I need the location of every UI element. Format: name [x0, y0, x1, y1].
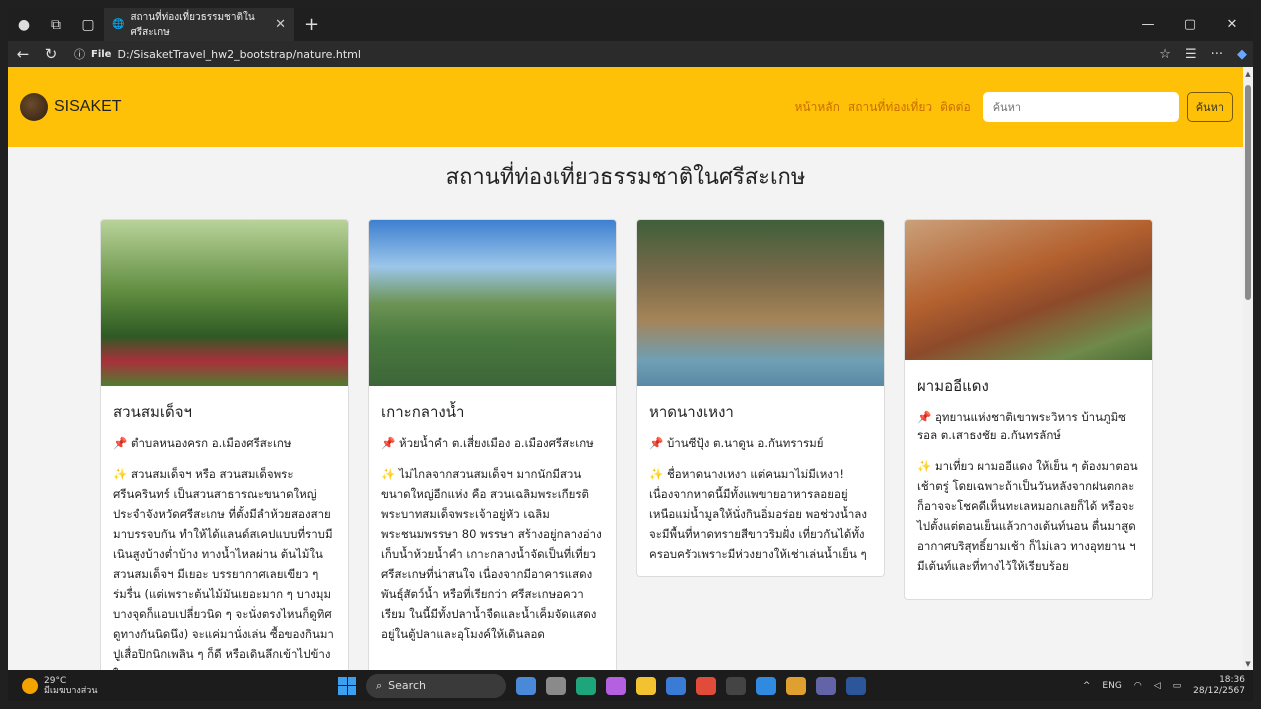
- attraction-card: ผามออีแดง 📌 อุทยานแห่งชาติเขาพระวิหาร บ้…: [904, 219, 1153, 600]
- store-app-icon[interactable]: [666, 676, 686, 695]
- chrome-app-icon[interactable]: [696, 676, 716, 695]
- minimize-icon[interactable]: —: [1127, 17, 1169, 32]
- browser-window: ● ⧉ ▢ 🌐 สถานที่ท่องเที่ยวธรรมชาติในศรีสะ…: [8, 8, 1253, 701]
- page-viewport: SISAKET หน้าหลัก สถานที่ท่องเที่ยว ติดต่…: [8, 67, 1253, 670]
- pin-icon: 📌: [649, 436, 664, 450]
- card-text: สวนสมเด็จฯ หรือ สวนสมเด็จพระศรีนครินทร์ …: [113, 467, 334, 670]
- start-icon[interactable]: [338, 676, 356, 695]
- card-text: ชื่อหาดนางเหงา แต่คนมาไม่มีเหงา! เนื่องจ…: [649, 467, 867, 561]
- vscode-app-icon[interactable]: [756, 676, 776, 695]
- card-location: ห้วยน้ำคำ ต.เสี่ยงเมือง อ.เมืองศรีสะเกษ: [398, 436, 594, 450]
- battery-icon[interactable]: ▭: [1173, 681, 1182, 691]
- info-icon[interactable]: ⓘ: [74, 46, 85, 62]
- scroll-thumb[interactable]: [1245, 85, 1251, 300]
- nav-link-attractions[interactable]: สถานที่ท่องเที่ยว: [848, 98, 932, 117]
- clock[interactable]: 18:36 28/12/2567: [1193, 675, 1245, 697]
- tab-actions-icon[interactable]: ▢: [72, 8, 104, 41]
- nav-link-contact[interactable]: ติดต่อ: [940, 98, 971, 117]
- clock-time: 18:36: [1219, 674, 1245, 685]
- address-bar[interactable]: ⓘ File D:/SisaketTravel_hw2_bootstrap/na…: [70, 43, 1080, 65]
- weather-widget[interactable]: 29°C มีเมฆบางส่วน: [22, 676, 97, 696]
- search-input[interactable]: [982, 92, 1179, 122]
- card-text: มาเที่ยว ผามออีแดง ให้เย็น ๆ ต้องมาตอนเช…: [917, 459, 1138, 573]
- taskbar: 29°C มีเมฆบางส่วน ⌕ Search ^ ENG ◠ ◁ ▭ 1…: [8, 670, 1253, 701]
- refresh-icon[interactable]: ↻: [42, 45, 60, 63]
- attraction-card: เกาะกลางน้ำ 📌 ห้วยน้ำคำ ต.เสี่ยงเมือง อ.…: [368, 219, 617, 670]
- attraction-card: หาดนางเหงา 📌 บ้านซีปุ้ง ต.นาดูน อ.กันทรา…: [636, 219, 885, 577]
- nav-link-home[interactable]: หน้าหลัก: [795, 98, 840, 117]
- terminal-app-icon[interactable]: [726, 676, 746, 695]
- chevron-up-icon[interactable]: ^: [1083, 681, 1091, 691]
- new-tab-button[interactable]: +: [294, 14, 329, 35]
- taskbar-search-label: Search: [388, 679, 426, 692]
- pin-icon: 📌: [917, 410, 932, 424]
- card-title: เกาะกลางน้ำ: [381, 403, 465, 421]
- card-title: หาดนางเหงา: [649, 403, 734, 421]
- widgets-app-icon[interactable]: [516, 676, 536, 695]
- copilot-icon[interactable]: ◆: [1237, 47, 1247, 62]
- site-navbar: SISAKET หน้าหลัก สถานที่ท่องเที่ยว ติดต่…: [8, 67, 1243, 147]
- weather-icon: [22, 677, 38, 694]
- brand[interactable]: SISAKET: [20, 93, 122, 121]
- sparkle-icon: ✨: [649, 467, 664, 481]
- pin-icon: 📌: [381, 436, 396, 450]
- copilot-app-icon[interactable]: [606, 676, 626, 695]
- clock-date: 28/12/2567: [1193, 685, 1245, 696]
- search-icon: ⌕: [376, 678, 383, 692]
- card-image: [905, 220, 1152, 360]
- word-app-icon[interactable]: [846, 676, 866, 695]
- card-title: สวนสมเด็จฯ: [113, 403, 192, 421]
- sparkle-icon: ✨: [113, 467, 128, 481]
- more-icon[interactable]: ···: [1211, 47, 1223, 62]
- chrome-canary-icon[interactable]: [786, 676, 806, 695]
- card-image: [101, 220, 348, 386]
- wifi-icon[interactable]: ◠: [1134, 681, 1142, 691]
- card-text: ไม่ไกลจากสวนสมเด็จฯ มากนักมีสวนขนาดใหญ่อ…: [381, 467, 602, 641]
- card-location: อุทยานแห่งชาติเขาพระวิหาร บ้านภูมิซรอล ต…: [917, 410, 1126, 442]
- close-window-icon[interactable]: ✕: [1211, 17, 1253, 32]
- attraction-card: สวนสมเด็จฯ 📌 ตำบลหนองครก อ.เมืองศรีสะเกษ…: [100, 219, 349, 670]
- vertical-scrollbar[interactable]: ▲ ▼: [1243, 67, 1253, 670]
- task-view-icon[interactable]: [546, 676, 566, 695]
- tab-bar: ● ⧉ ▢ 🌐 สถานที่ท่องเที่ยวธรรมชาติในศรีสะ…: [8, 8, 1253, 41]
- favorites-icon[interactable]: ☰: [1185, 47, 1197, 62]
- address-bar-row: ← ↻ ⓘ File D:/SisaketTravel_hw2_bootstra…: [8, 41, 1253, 67]
- card-location: ตำบลหนองครก อ.เมืองศรีสะเกษ: [130, 436, 292, 450]
- favorite-star-icon[interactable]: ☆: [1159, 47, 1171, 62]
- url-text: D:/SisaketTravel_hw2_bootstrap/nature.ht…: [117, 47, 361, 61]
- globe-icon: 🌐: [112, 19, 125, 30]
- tab-title: สถานที่ท่องเที่ยวธรรมชาติในศรีสะเกษ: [130, 11, 255, 38]
- profile-icon[interactable]: ●: [8, 8, 40, 41]
- teams-app-icon[interactable]: [816, 676, 836, 695]
- workspaces-icon[interactable]: ⧉: [40, 8, 72, 41]
- temperature: 29°C: [44, 675, 67, 686]
- brand-text: SISAKET: [54, 98, 122, 115]
- pin-icon: 📌: [113, 436, 128, 450]
- card-title: ผามออีแดง: [917, 377, 989, 395]
- weather-desc: มีเมฆบางส่วน: [44, 685, 98, 696]
- search-button[interactable]: ค้นหา: [1186, 92, 1233, 122]
- scroll-down-icon[interactable]: ▼: [1244, 660, 1252, 668]
- file-label: File: [91, 48, 112, 60]
- edge-app-icon[interactable]: [576, 676, 596, 695]
- language-indicator[interactable]: ENG: [1102, 681, 1121, 691]
- back-icon[interactable]: ←: [14, 45, 32, 63]
- card-image: [369, 220, 616, 386]
- volume-icon[interactable]: ◁: [1154, 681, 1161, 691]
- scroll-up-icon[interactable]: ▲: [1244, 70, 1252, 78]
- close-tab-icon[interactable]: ✕: [275, 17, 286, 32]
- page-title: สถานที่ท่องเที่ยวธรรมชาติในศรีสะเกษ: [445, 165, 806, 190]
- sparkle-icon: ✨: [917, 459, 932, 473]
- card-location: บ้านซีปุ้ง ต.นาดูน อ.กันทรารมย์: [666, 436, 824, 450]
- sparkle-icon: ✨: [381, 467, 396, 481]
- card-image: [637, 220, 884, 386]
- maximize-icon[interactable]: ▢: [1169, 17, 1211, 32]
- logo-icon: [20, 93, 48, 121]
- tab-active[interactable]: 🌐 สถานที่ท่องเที่ยวธรรมชาติในศรีสะเกษ ✕: [104, 8, 294, 41]
- taskbar-search[interactable]: ⌕ Search: [366, 673, 506, 698]
- file-explorer-icon[interactable]: [636, 676, 656, 695]
